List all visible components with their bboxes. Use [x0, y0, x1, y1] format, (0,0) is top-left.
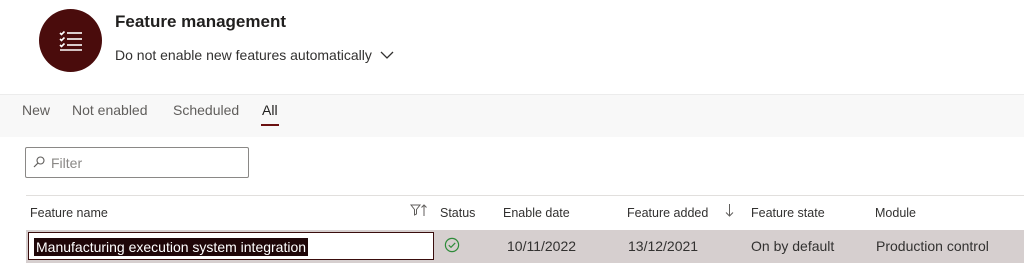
column-header-module[interactable]: Module — [875, 206, 916, 220]
feature-state-cell: On by default — [751, 238, 835, 254]
chevron-down-icon — [380, 47, 394, 63]
column-header-feature-name[interactable]: Feature name — [30, 206, 108, 220]
feature-name-text: Manufacturing execution system integrati… — [34, 238, 309, 256]
table-row[interactable]: Manufacturing execution system integrati… — [26, 230, 1024, 263]
auto-enable-dropdown[interactable]: Do not enable new features automatically — [115, 47, 394, 63]
column-header-feature-added[interactable]: Feature added — [627, 206, 708, 220]
tab-not-enabled[interactable]: Not enabled — [72, 102, 148, 118]
column-header-feature-state[interactable]: Feature state — [751, 206, 825, 220]
view-tabs: New Not enabled Scheduled All — [0, 94, 1024, 137]
module-cell: Production control — [876, 238, 989, 254]
filter-placeholder: Filter — [51, 154, 83, 171]
tab-all[interactable]: All — [262, 102, 278, 118]
enable-date-cell: 10/11/2022 — [507, 238, 577, 254]
feature-added-cell: 13/12/2021 — [628, 238, 699, 254]
feature-name-cell[interactable]: Manufacturing execution system integrati… — [28, 232, 434, 260]
search-icon — [33, 155, 45, 171]
tab-scheduled[interactable]: Scheduled — [173, 102, 239, 118]
column-header-status[interactable]: Status — [440, 206, 475, 220]
active-tab-indicator — [261, 124, 279, 126]
filter-input[interactable]: Filter — [25, 147, 249, 178]
sort-descending-icon — [725, 203, 734, 220]
auto-enable-label: Do not enable new features automatically — [115, 47, 372, 63]
page-title: Feature management — [115, 12, 286, 31]
tab-new[interactable]: New — [22, 102, 50, 118]
status-check-icon — [444, 237, 460, 256]
column-header-enable-date[interactable]: Enable date — [503, 206, 570, 220]
page-header: Feature management Do not enable new fea… — [0, 0, 1024, 94]
main-content: Filter Feature name Status Enable date F… — [0, 137, 1024, 273]
list-icon — [39, 9, 102, 72]
filter-sort-icon[interactable] — [409, 204, 428, 220]
grid-header: Feature name Status Enable date Feature … — [26, 195, 1024, 231]
